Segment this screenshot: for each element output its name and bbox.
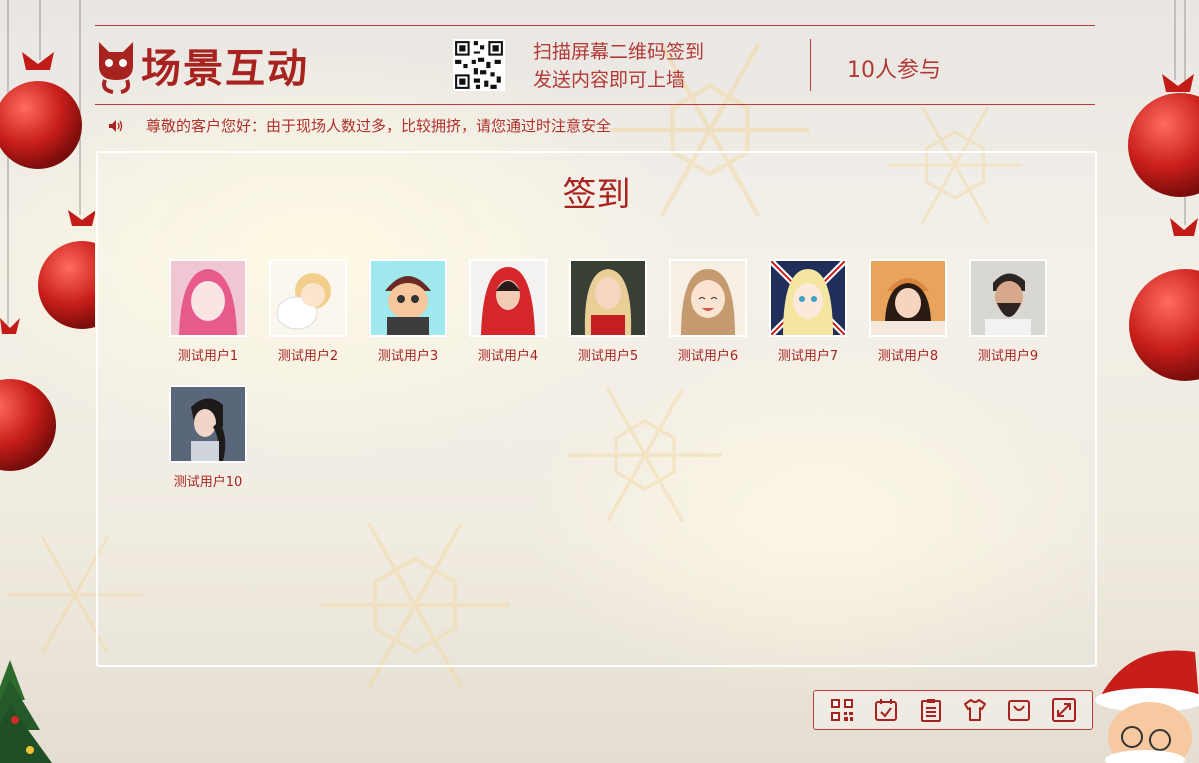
announcement-bar: 尊敬的客户您好：由于现场人数过多，比较拥挤，请您通过时注意安全 [108, 115, 611, 136]
user-card[interactable]: 测试用户6 [658, 259, 758, 364]
scan-instruction-line: 扫描屏幕二维码签到 [533, 41, 705, 63]
shopping-button[interactable] [1004, 695, 1034, 725]
user-avatar [669, 259, 747, 337]
bottom-toolbar [813, 690, 1093, 730]
participant-count: 10人参与 [847, 58, 941, 83]
user-card[interactable]: 测试用户3 [358, 259, 458, 364]
user-card[interactable]: 测试用户8 [858, 259, 958, 364]
header-divider [810, 39, 811, 91]
user-card[interactable]: 测试用户1 [158, 259, 258, 364]
user-name: 测试用户1 [177, 349, 239, 364]
user-avatar [569, 259, 647, 337]
qr-code-button[interactable] [827, 695, 857, 725]
brand-logo: 场景互动 [95, 36, 309, 94]
user-card[interactable]: 测试用户5 [558, 259, 658, 364]
user-name: 测试用户2 [277, 349, 339, 364]
user-name: 测试用户4 [477, 349, 539, 364]
scan-instruction-line: 发送内容即可上墙 [533, 69, 686, 91]
speaker-icon [109, 119, 123, 132]
clipboard-list-icon [920, 699, 941, 722]
user-avatar [169, 385, 247, 463]
user-avatar [469, 259, 547, 337]
christmas-baubles-left [0, 0, 95, 471]
user-name: 测试用户9 [977, 349, 1039, 364]
user-avatar [169, 259, 247, 337]
panel-title: 签到 [562, 175, 631, 215]
user-avatar [869, 259, 947, 337]
user-card[interactable]: 测试用户9 [958, 259, 1058, 364]
shirt-icon [964, 699, 987, 721]
qr-code-icon [831, 699, 854, 721]
user-card[interactable]: 测试用户2 [258, 259, 358, 364]
user-avatar [369, 259, 447, 337]
announcement-text: 尊敬的客户您好：由于现场人数过多，比较拥挤，请您通过时注意安全 [146, 117, 612, 135]
christmas-baubles-right [1128, 0, 1199, 381]
fullscreen-icon [1051, 698, 1076, 722]
user-avatar [969, 259, 1047, 337]
christmas-tree-decoration [0, 660, 52, 763]
user-name: 测试用户8 [877, 349, 939, 364]
user-avatar [269, 259, 347, 337]
header-bar: 场景互动 扫描屏幕二维码签到 发送内容即可上墙 10人参与 [95, 25, 1095, 105]
calendar-check-icon [875, 699, 898, 721]
user-card[interactable]: 测试用户10 [158, 385, 258, 490]
fullscreen-button[interactable] [1049, 695, 1079, 725]
sign-in-button[interactable] [871, 695, 901, 725]
cat-logo-icon [99, 42, 133, 94]
user-name: 测试用户5 [577, 349, 639, 364]
user-name: 测试用户10 [173, 475, 243, 490]
user-avatar [769, 259, 847, 337]
user-name: 测试用户7 [777, 349, 839, 364]
shirt-button[interactable] [960, 695, 990, 725]
shopping-bag-icon [1008, 700, 1031, 721]
scan-instructions: 扫描屏幕二维码签到 发送内容即可上墙 [533, 38, 704, 94]
sign-in-panel: 签到 测试用户1 测试用户2 测试用户3 测试用户4 测试用户5 测试用户6 测… [96, 151, 1097, 667]
user-card[interactable]: 测试用户7 [758, 259, 858, 364]
qr-code [453, 39, 505, 91]
list-button[interactable] [916, 695, 946, 725]
user-card[interactable]: 测试用户4 [458, 259, 558, 364]
brand-name: 场景互动 [141, 45, 309, 92]
user-name: 测试用户6 [677, 349, 739, 364]
user-name: 测试用户3 [377, 349, 439, 364]
